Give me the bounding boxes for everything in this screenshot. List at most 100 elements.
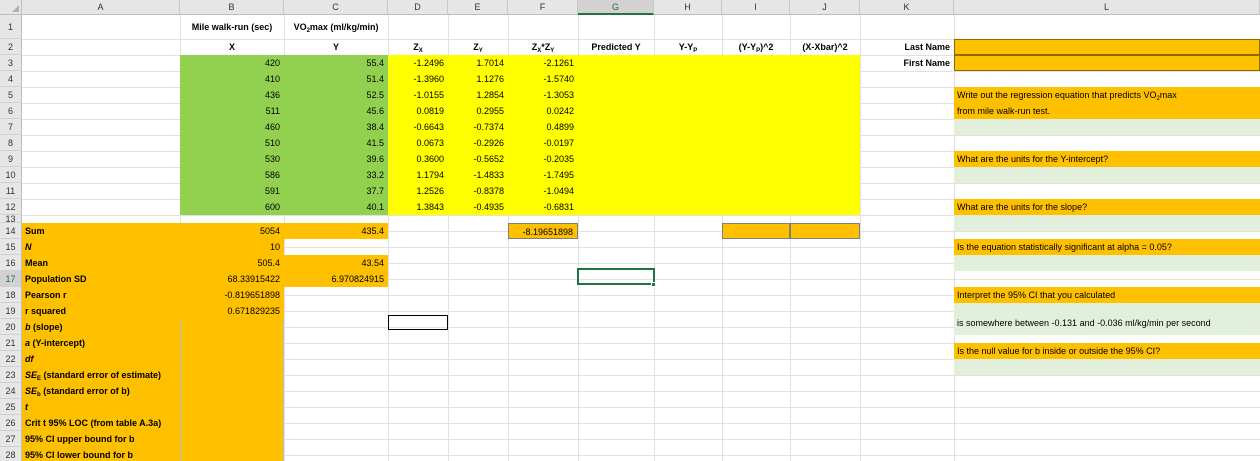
cell-zx[interactable]: 0.0673	[388, 135, 448, 151]
cell-zx[interactable]: -1.2496	[388, 55, 448, 71]
label-pearson-r[interactable]: Pearson r	[22, 287, 180, 303]
row-header-24[interactable]: 24	[0, 383, 22, 399]
header-y-minus-yp[interactable]: Y-YP	[654, 39, 722, 55]
cell-zy[interactable]: -0.2926	[448, 135, 508, 151]
row-header-7[interactable]: 7	[0, 119, 22, 135]
label-sum[interactable]: Sum	[22, 223, 180, 239]
column-header-e[interactable]: E	[448, 0, 508, 15]
fill-handle[interactable]	[651, 282, 656, 287]
cell-zy[interactable]: 0.2955	[448, 103, 508, 119]
label-n[interactable]: N	[22, 239, 180, 255]
row-header-9[interactable]: 9	[0, 151, 22, 167]
cell-x[interactable]: 600	[180, 199, 284, 215]
cell-zx[interactable]: 1.2526	[388, 183, 448, 199]
column-header-d[interactable]: D	[388, 0, 448, 15]
row-header-25[interactable]: 25	[0, 399, 22, 415]
cell-zxzy[interactable]: -1.7495	[508, 167, 578, 183]
cell-y[interactable]: 55.4	[284, 55, 388, 71]
answer-null-value[interactable]	[954, 359, 1260, 375]
cell-zy[interactable]: 1.2854	[448, 87, 508, 103]
header-x[interactable]: X	[180, 39, 284, 55]
value-sd-x[interactable]: 68.33915422	[180, 271, 284, 287]
header-x-minus-xbar-squared[interactable]: (X-Xbar)^2	[790, 39, 860, 55]
row-header-11[interactable]: 11	[0, 183, 22, 199]
row-header-8[interactable]: 8	[0, 135, 22, 151]
cell-y[interactable]: 39.6	[284, 151, 388, 167]
row-header-28[interactable]: 28	[0, 447, 22, 461]
header-y-minus-yp-squared[interactable]: (Y-YP)^2	[722, 39, 790, 55]
label-se-b[interactable]: SEb (standard error of b)	[22, 383, 180, 399]
cell-x[interactable]: 410	[180, 71, 284, 87]
row-header-5[interactable]: 5	[0, 87, 22, 103]
cell-zxzy[interactable]: -2.1261	[508, 55, 578, 71]
cell-zy[interactable]: 1.7014	[448, 55, 508, 71]
row-header-17[interactable]: 17	[0, 271, 22, 287]
cell-y[interactable]: 41.5	[284, 135, 388, 151]
label-mean[interactable]: Mean	[22, 255, 180, 271]
stats-value-inputs[interactable]	[180, 319, 284, 461]
row-header-23[interactable]: 23	[0, 367, 22, 383]
row-header-27[interactable]: 27	[0, 431, 22, 447]
cell-zxzy[interactable]: -1.0494	[508, 183, 578, 199]
row-header-26[interactable]: 26	[0, 415, 22, 431]
row-header-22[interactable]: 22	[0, 351, 22, 367]
label-slope[interactable]: b (slope)	[22, 319, 180, 335]
cell-zx[interactable]: 1.1794	[388, 167, 448, 183]
cell-x[interactable]: 510	[180, 135, 284, 151]
cell-y[interactable]: 40.1	[284, 199, 388, 215]
row-header-14[interactable]: 14	[0, 223, 22, 239]
row-header-10[interactable]: 10	[0, 167, 22, 183]
header-predicted-y[interactable]: Predicted Y	[578, 39, 654, 55]
row-header-21[interactable]: 21	[0, 335, 22, 351]
cell-zx[interactable]: 0.0819	[388, 103, 448, 119]
label-ci-lower[interactable]: 95% CI lower bound for b	[22, 447, 180, 461]
column-header-j[interactable]: J	[790, 0, 860, 15]
answer-interpret-ci[interactable]: is somewhere between -0.131 and -0.036 m…	[954, 315, 1260, 331]
value-sum-zxzy[interactable]: -8.19651898	[508, 223, 578, 239]
cell-zxzy[interactable]: -0.2035	[508, 151, 578, 167]
cell-y[interactable]: 51.4	[284, 71, 388, 87]
cell-y[interactable]: 52.5	[284, 87, 388, 103]
cell-zy[interactable]: -0.5652	[448, 151, 508, 167]
cell-y[interactable]: 45.6	[284, 103, 388, 119]
cell-x[interactable]: 511	[180, 103, 284, 119]
cell-x[interactable]: 420	[180, 55, 284, 71]
cell-zy[interactable]: -1.4833	[448, 167, 508, 183]
cell-zx[interactable]: 0.3600	[388, 151, 448, 167]
row-header-4[interactable]: 4	[0, 71, 22, 87]
answer-significance[interactable]	[954, 255, 1260, 271]
value-sd-y[interactable]: 6.970824915	[284, 271, 388, 287]
row-header-18[interactable]: 18	[0, 287, 22, 303]
cell-y[interactable]: 37.7	[284, 183, 388, 199]
label-se-estimate[interactable]: SEE (standard error of estimate)	[22, 367, 180, 383]
column-header-c[interactable]: C	[284, 0, 388, 15]
column-header-f[interactable]: F	[508, 0, 578, 15]
header-zx-times-zy[interactable]: ZX*ZY	[508, 39, 578, 55]
column-header-g[interactable]: G	[578, 0, 654, 15]
row-header-13[interactable]: 13	[0, 215, 22, 224]
column-header-a[interactable]: A	[22, 0, 180, 15]
cell-x[interactable]: 530	[180, 151, 284, 167]
cell-zxzy[interactable]: -0.0197	[508, 135, 578, 151]
row-header-3[interactable]: 3	[0, 55, 22, 71]
answer-regression-equation[interactable]	[954, 119, 1260, 135]
header-zy[interactable]: ZY	[448, 39, 508, 55]
cell-zx[interactable]: 1.3843	[388, 199, 448, 215]
label-df[interactable]: df	[22, 351, 180, 367]
label-y-intercept[interactable]: a (Y-intercept)	[22, 335, 180, 351]
column-header-i[interactable]: I	[722, 0, 790, 15]
cell-zy[interactable]: -0.7374	[448, 119, 508, 135]
cell-y[interactable]: 33.2	[284, 167, 388, 183]
select-all-corner[interactable]	[0, 0, 22, 15]
active-cell-selection[interactable]	[577, 268, 655, 285]
last-name-input[interactable]	[954, 39, 1260, 55]
row-header-20[interactable]: 20	[0, 319, 22, 335]
label-ci-upper[interactable]: 95% CI upper bound for b	[22, 431, 180, 447]
row-header-2[interactable]: 2	[0, 39, 22, 55]
column-header-b[interactable]: B	[180, 0, 284, 15]
value-sum-yyp2[interactable]	[722, 223, 790, 239]
answer-units-slope[interactable]	[954, 215, 1260, 231]
cell-zy[interactable]: 1.1276	[448, 71, 508, 87]
cell-zx[interactable]: -1.0155	[388, 87, 448, 103]
value-sum-xxbar2[interactable]	[790, 223, 860, 239]
